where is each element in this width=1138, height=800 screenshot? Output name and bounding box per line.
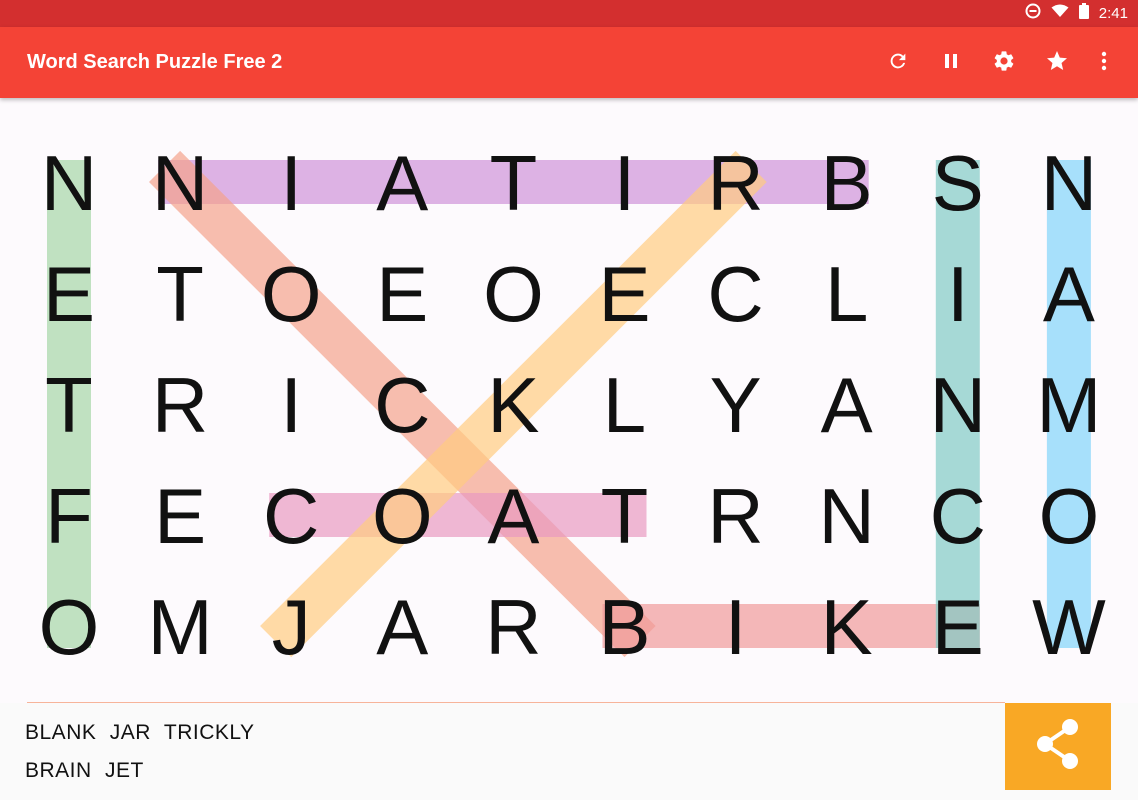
grid-letter[interactable]: C (263, 472, 319, 560)
more-options-button[interactable] (1084, 43, 1124, 83)
grid-letter[interactable]: C (374, 361, 430, 449)
grid-letter[interactable]: R (152, 361, 208, 449)
status-icons: 2:41 (1025, 0, 1128, 27)
grid-letter[interactable]: C (930, 472, 986, 560)
grid-letter[interactable]: R (707, 472, 763, 560)
app-bar: Word Search Puzzle Free 2 (0, 27, 1138, 98)
grid-letter[interactable]: Y (710, 361, 762, 449)
grid-letter[interactable]: O (1039, 472, 1100, 560)
grid-letter[interactable]: M (148, 583, 213, 671)
grid-letter[interactable]: N (930, 361, 986, 449)
grid-letter[interactable]: T (601, 472, 649, 560)
grid-letter[interactable]: A (376, 583, 428, 671)
grid-letter[interactable]: A (1043, 250, 1095, 338)
pause-icon (941, 51, 961, 76)
grid-letter[interactable]: I (725, 583, 747, 671)
settings-icon (992, 49, 1016, 78)
word-list-row-1: BLANK JAR TRICKLY (25, 721, 262, 745)
grid-letter[interactable]: B (821, 139, 873, 227)
grid-letter[interactable]: I (947, 250, 969, 338)
grid-letter[interactable]: N (41, 139, 97, 227)
battery-icon (1078, 3, 1089, 24)
grid-letter[interactable]: I (614, 139, 636, 227)
grid-letter[interactable]: E (43, 250, 95, 338)
grid-letter[interactable]: A (376, 139, 428, 227)
pause-button[interactable] (931, 43, 971, 83)
grid-letter[interactable]: F (45, 472, 93, 560)
status-time: 2:41 (1098, 5, 1128, 22)
word-list-row-2: BRAIN JET (25, 759, 151, 783)
grid-letter[interactable]: S (932, 139, 984, 227)
word-list-item: JAR (109, 721, 151, 744)
word-list-panel: BLANK JAR TRICKLY BRAIN JET (0, 703, 1138, 800)
refresh-button[interactable] (878, 43, 918, 83)
grid-letter[interactable]: E (154, 472, 206, 560)
grid-letter[interactable]: R (485, 583, 541, 671)
status-bar: 2:41 (0, 0, 1138, 27)
app-title: Word Search Puzzle Free 2 (27, 51, 283, 73)
star-icon (1045, 49, 1069, 78)
grid-letter[interactable]: C (707, 250, 763, 338)
grid-letter[interactable]: R (707, 139, 763, 227)
grid-letter[interactable]: K (487, 361, 539, 449)
grid-letter[interactable]: E (376, 250, 428, 338)
grid-letter[interactable]: O (483, 250, 544, 338)
grid-letter[interactable]: B (598, 583, 650, 671)
grid-letter[interactable]: A (821, 361, 873, 449)
share-icon (1033, 717, 1083, 776)
word-list-item: TRICKLY (163, 721, 255, 744)
word-list-item: BLANK (25, 721, 97, 744)
grid-letter[interactable]: E (932, 583, 984, 671)
grid-letter[interactable]: I (280, 139, 302, 227)
settings-button[interactable] (984, 43, 1024, 83)
grid-letter[interactable]: L (603, 361, 646, 449)
grid-letter[interactable]: I (280, 361, 302, 449)
grid-letter[interactable]: M (1036, 361, 1101, 449)
grid-letter[interactable]: O (261, 250, 322, 338)
grid-letter[interactable]: O (39, 583, 100, 671)
grid-letter[interactable]: W (1032, 583, 1106, 671)
grid-letter[interactable]: N (1041, 139, 1097, 227)
grid-letter[interactable]: E (598, 250, 650, 338)
grid-letter[interactable]: T (156, 250, 204, 338)
grid-letter[interactable]: N (152, 139, 208, 227)
grid-letter[interactable]: O (372, 472, 433, 560)
grid-letter[interactable]: J (272, 583, 311, 671)
grid-letter[interactable]: T (490, 139, 538, 227)
puzzle-board[interactable]: NNIATIRBSNETOEOECLIATRICKLYANMFECOATRNCO… (0, 98, 1138, 703)
grid-letter[interactable]: T (45, 361, 93, 449)
grid-letter[interactable]: A (487, 472, 539, 560)
found-word-highlights (47, 150, 1091, 658)
puzzle-grid[interactable]: N N I A T I R B S NE T O E O E C L I AT R I C K L Y A N MF E C O A T R N C O… (0, 98, 1138, 703)
grid-letter[interactable]: L (825, 250, 868, 338)
favorite-button[interactable] (1037, 43, 1077, 83)
grid-letter[interactable]: K (821, 583, 873, 671)
refresh-icon (887, 50, 909, 77)
word-list-item: BRAIN (25, 759, 92, 782)
do-not-disturb-icon (1025, 3, 1041, 24)
word-list-item: JET (105, 759, 144, 782)
share-button[interactable] (1005, 703, 1111, 790)
wifi-icon (1051, 4, 1069, 23)
more-vert-icon (1101, 51, 1107, 76)
grid-letter[interactable]: N (819, 472, 875, 560)
